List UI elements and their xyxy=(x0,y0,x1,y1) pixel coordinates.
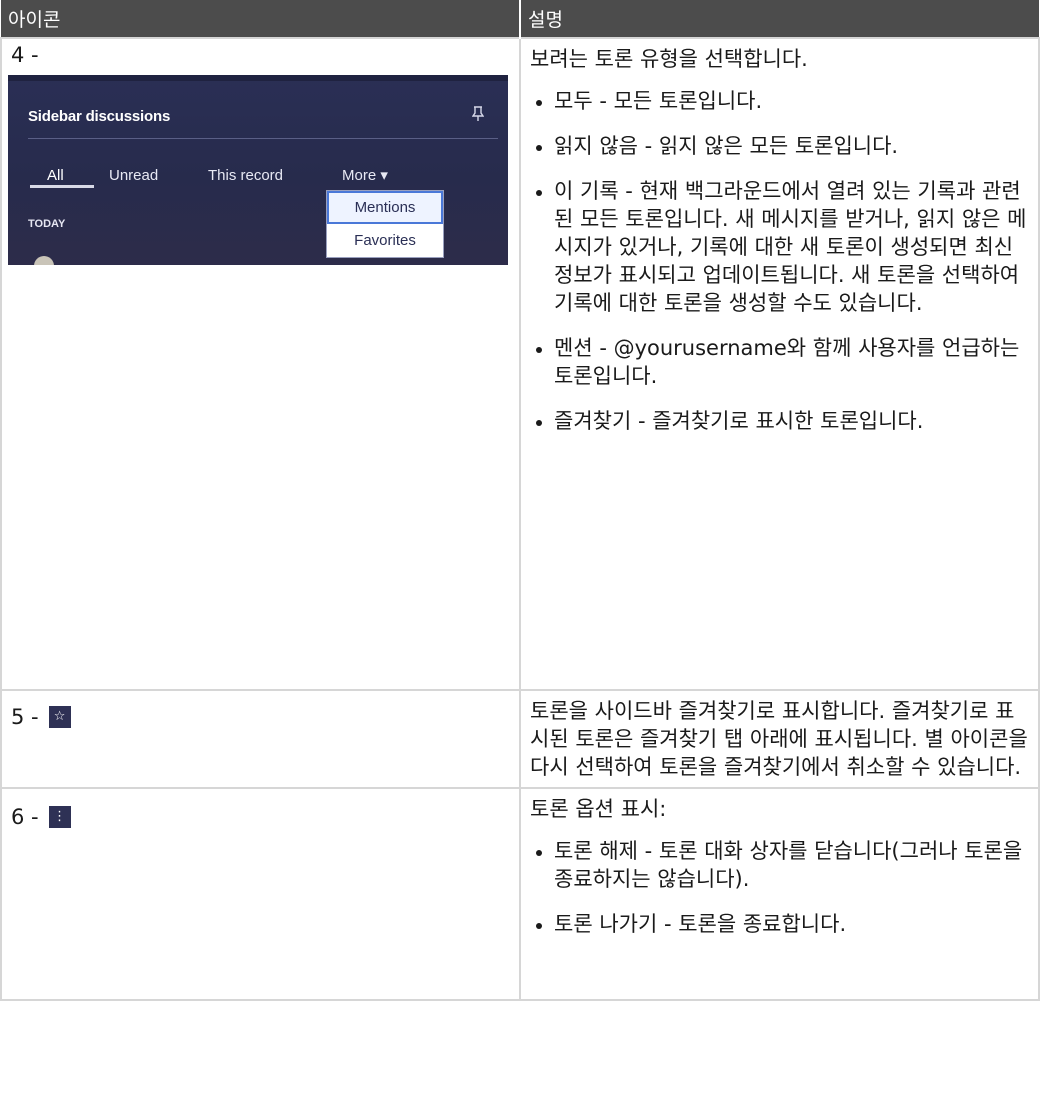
header-description-column: 설명 xyxy=(520,0,1039,38)
more-vertical-icon: ⋮ xyxy=(48,806,71,828)
star-icon: ☆ xyxy=(48,706,71,728)
tab-unread: Unread xyxy=(109,167,159,184)
icon-cell: 4 - Sidebar discussions All Unread This … xyxy=(0,37,521,691)
menu-item-mentions: Mentions xyxy=(327,191,443,224)
list-item: 읽지 않음 - 읽지 않은 모든 토론입니다. xyxy=(534,132,1029,160)
icon-cell: 6 - ⋮ xyxy=(0,787,521,1001)
tab-this-record: This record xyxy=(208,167,284,184)
description-text: 토론을 사이드바 즐겨찾기로 표시합니다. 즐겨찾기로 표시된 토론은 즐겨찾기… xyxy=(530,699,1028,779)
list-item: 멘션 - @yourusername와 함께 사용자를 언급하는 토론입니다. xyxy=(534,334,1029,390)
table-row: 4 - Sidebar discussions All Unread This … xyxy=(0,37,1040,691)
sidebar-discussions-screenshot: Sidebar discussions All Unread This reco… xyxy=(8,75,508,265)
today-section-label: TODAY xyxy=(28,218,66,230)
menu-item-favorites: Favorites xyxy=(354,232,416,249)
table-header-row: 아이콘 설명 xyxy=(1,0,1039,38)
icon-description-table: 아이콘 설명 4 - Sidebar discussions All Unrea… xyxy=(0,0,1040,1001)
table-row: 5 - ☆ 토론을 사이드바 즐겨찾기로 표시합니다. 즐겨찾기로 표시된 토론… xyxy=(0,689,1040,789)
bullet-list: 모두 - 모든 토론입니다. 읽지 않음 - 읽지 않은 모든 토론입니다. 이… xyxy=(530,87,1029,435)
description-cell: 보려는 토론 유형을 선택합니다. 모두 - 모든 토론입니다. 읽지 않음 -… xyxy=(519,37,1040,691)
description-lead: 토론 옵션 표시: xyxy=(530,797,667,821)
row-number: 5 - xyxy=(11,705,39,729)
description-cell: 토론을 사이드바 즐겨찾기로 표시합니다. 즐겨찾기로 표시된 토론은 즐겨찾기… xyxy=(519,689,1040,789)
bullet-list: 토론 해제 - 토론 대화 상자를 닫습니다(그러나 토론을 종료하지는 않습니… xyxy=(530,837,1029,938)
description-cell: 토론 옵션 표시: 토론 해제 - 토론 대화 상자를 닫습니다(그러나 토론을… xyxy=(519,787,1040,1001)
avatar xyxy=(34,256,54,265)
list-item: 즐겨찾기 - 즐겨찾기로 표시한 토론입니다. xyxy=(534,407,1029,435)
row-number: 4 - xyxy=(11,43,39,67)
list-item: 이 기록 - 현재 백그라운드에서 열려 있는 기록과 관련된 모든 토론입니다… xyxy=(534,177,1029,317)
more-dropdown-menu: Mentions Favorites xyxy=(326,190,444,258)
pin-icon xyxy=(471,103,485,131)
sidebar-title: Sidebar discussions xyxy=(28,108,171,125)
list-item: 토론 나가기 - 토론을 종료합니다. xyxy=(534,910,1029,938)
header-icon-column: 아이콘 xyxy=(1,0,521,38)
list-item: 토론 해제 - 토론 대화 상자를 닫습니다(그러나 토론을 종료하지는 않습니… xyxy=(534,837,1029,893)
tab-more: More ▾ xyxy=(342,167,388,184)
table-row: 6 - ⋮ 토론 옵션 표시: 토론 해제 - 토론 대화 상자를 닫습니다(그… xyxy=(0,787,1040,1001)
description-lead: 보려는 토론 유형을 선택합니다. xyxy=(530,47,808,71)
list-item: 모두 - 모든 토론입니다. xyxy=(534,87,1029,115)
icon-cell: 5 - ☆ xyxy=(0,689,521,789)
row-number: 6 - xyxy=(11,805,39,829)
